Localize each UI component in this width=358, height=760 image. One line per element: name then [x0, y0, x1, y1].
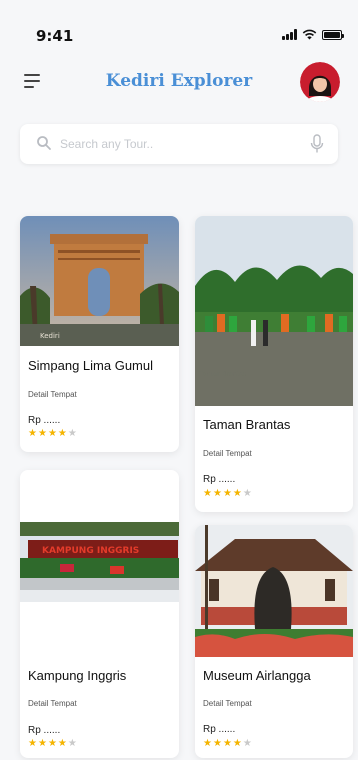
app-bar: Kediri Explorer [0, 62, 358, 108]
star-empty-icon: ★ [242, 488, 253, 499]
rating-stars: ★★★★★ [203, 738, 253, 749]
star-filled-icon: ★ [203, 738, 213, 749]
place-detail: Detail Tempat [28, 699, 77, 708]
place-name: Kampung Inggris [28, 668, 127, 683]
place-detail: Detail Tempat [203, 699, 252, 708]
star-empty-icon: ★ [242, 738, 253, 749]
star-filled-icon: ★ [37, 738, 48, 749]
star-filled-icon: ★ [57, 738, 68, 749]
star-empty-icon: ★ [67, 738, 78, 749]
place-image: KAMPUNG INGGRIS [20, 522, 179, 602]
image-caption: KAMPUNG INGGRIS [42, 546, 139, 556]
star-filled-icon: ★ [37, 428, 48, 439]
star-filled-icon: ★ [232, 488, 243, 499]
star-filled-icon: ★ [212, 488, 223, 499]
place-detail: Detail Tempat [28, 390, 77, 399]
star-empty-icon: ★ [67, 428, 78, 439]
place-price: Rp ...... [203, 474, 236, 485]
search-icon [37, 136, 51, 150]
place-price: Rp ...... [203, 724, 236, 735]
place-name: Simpang Lima Gumul [28, 358, 153, 373]
place-card-kampung-inggris[interactable]: KAMPUNG INGGRIS Kampung Inggris Detail T… [20, 470, 179, 758]
rating-stars: ★★★★★ [28, 428, 78, 439]
star-filled-icon: ★ [212, 738, 223, 749]
battery-icon [322, 30, 344, 40]
avatar[interactable] [300, 62, 340, 102]
image-caption: Taman Brantas [199, 371, 247, 378]
search-bar [20, 124, 338, 164]
status-bar: 9:41 [0, 0, 358, 60]
star-filled-icon: ★ [203, 488, 213, 499]
star-filled-icon: ★ [28, 738, 38, 749]
star-filled-icon: ★ [57, 428, 68, 439]
star-filled-icon: ★ [47, 738, 58, 749]
star-filled-icon: ★ [222, 738, 233, 749]
signal-icon [282, 29, 297, 40]
wifi-icon [302, 29, 317, 40]
place-name: Taman Brantas [203, 417, 291, 432]
status-time: 9:41 [36, 27, 74, 45]
place-image [195, 525, 353, 657]
place-card-simpang-lima-gumul[interactable]: Kediri Simpang Lima Gumul Detail Tempat … [20, 216, 179, 452]
place-image: Taman Brantas [195, 216, 353, 406]
rating-stars: ★★★★★ [28, 738, 78, 749]
place-price: Rp ...... [28, 415, 61, 426]
place-name: Museum Airlangga [203, 668, 311, 683]
star-filled-icon: ★ [47, 428, 58, 439]
status-icons [282, 29, 344, 40]
star-filled-icon: ★ [232, 738, 243, 749]
place-detail: Detail Tempat [203, 449, 252, 458]
rating-stars: ★★★★★ [203, 488, 253, 499]
place-card-taman-brantas[interactable]: Taman Brantas Taman Brantas Detail Tempa… [195, 216, 353, 512]
star-filled-icon: ★ [28, 428, 38, 439]
microphone-icon[interactable] [310, 134, 324, 154]
place-card-museum-airlangga[interactable]: Museum Airlangga Detail Tempat Rp ......… [195, 525, 353, 758]
star-filled-icon: ★ [222, 488, 233, 499]
place-image: Kediri [20, 216, 179, 346]
image-caption: Kediri [40, 332, 60, 340]
search-input[interactable] [60, 132, 280, 156]
place-price: Rp ...... [28, 725, 61, 736]
